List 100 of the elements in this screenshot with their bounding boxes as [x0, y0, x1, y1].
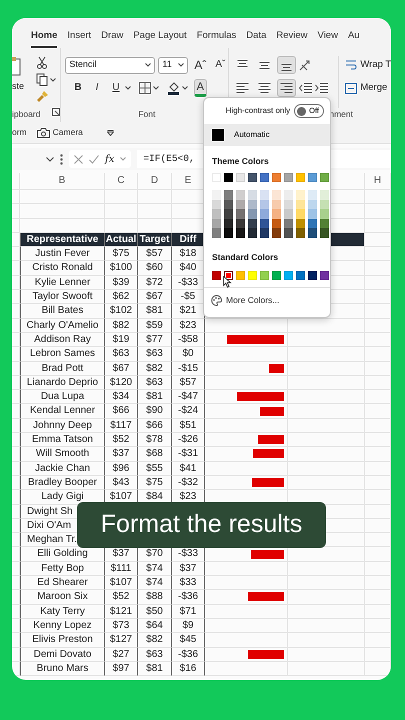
color-swatch[interactable]: [212, 228, 221, 238]
cut-icon[interactable]: [36, 56, 48, 69]
color-swatch[interactable]: [260, 218, 269, 228]
color-swatch[interactable]: [212, 218, 221, 228]
color-swatch[interactable]: [284, 200, 293, 210]
color-swatch[interactable]: [308, 228, 317, 238]
decrease-indent-icon[interactable]: [299, 82, 312, 94]
caret-icon[interactable]: [145, 63, 152, 67]
ribbon-tab[interactable]: View: [318, 30, 338, 48]
color-swatch[interactable]: [260, 209, 269, 219]
color-swatch[interactable]: [272, 190, 281, 200]
color-swatch[interactable]: [284, 228, 293, 238]
color-swatch[interactable]: [272, 200, 281, 210]
borders-icon[interactable]: [138, 82, 151, 94]
automatic-color-option[interactable]: Automatic: [204, 124, 330, 146]
ribbon-tab[interactable]: Formulas: [196, 30, 236, 48]
enter-icon[interactable]: [89, 154, 99, 164]
camera-button[interactable]: Camera: [52, 126, 83, 139]
font-size-field[interactable]: 11: [158, 56, 188, 74]
color-swatch[interactable]: [248, 218, 257, 228]
ribbon-tab[interactable]: Review: [276, 30, 308, 48]
color-swatch[interactable]: [284, 190, 293, 200]
grow-font-button[interactable]: Aˆ: [191, 56, 210, 74]
align-button[interactable]: [277, 56, 296, 74]
more-icon[interactable]: [60, 154, 63, 164]
color-swatch[interactable]: [296, 228, 305, 238]
color-swatch[interactable]: [260, 190, 269, 200]
insert-function-button[interactable]: fx: [105, 152, 114, 166]
font-name-field[interactable]: Stencil: [65, 56, 156, 74]
color-swatch[interactable]: [284, 218, 293, 228]
underline-button[interactable]: U: [109, 79, 123, 97]
ribbon-tab[interactable]: Draw: [101, 30, 124, 48]
column-header[interactable]: D: [138, 173, 172, 190]
color-swatch[interactable]: [272, 218, 281, 228]
ribbon-tab[interactable]: Page Layout: [133, 30, 187, 48]
camera-icon[interactable]: [36, 128, 50, 138]
color-swatch[interactable]: [284, 209, 293, 219]
italic-button[interactable]: I: [92, 79, 102, 97]
paste-icon[interactable]: [12, 56, 22, 78]
color-swatch[interactable]: [248, 209, 257, 219]
form-button[interactable]: orm: [12, 126, 27, 139]
color-swatch[interactable]: [308, 209, 317, 219]
color-swatch[interactable]: [308, 200, 317, 210]
color-swatch[interactable]: [296, 190, 305, 200]
cancel-icon[interactable]: [74, 154, 83, 164]
caret-icon[interactable]: [152, 86, 159, 90]
color-swatch[interactable]: [308, 190, 317, 200]
align-button[interactable]: [277, 79, 296, 97]
column-header[interactable]: [12, 173, 20, 190]
increase-indent-icon[interactable]: [315, 82, 328, 94]
color-swatch[interactable]: [320, 190, 329, 200]
color-swatch[interactable]: [236, 228, 245, 238]
wrap-text-icon[interactable]: [345, 59, 358, 71]
launcher-icon[interactable]: [52, 108, 60, 116]
color-swatch[interactable]: [236, 209, 245, 219]
color-swatch[interactable]: [308, 218, 317, 228]
color-swatch[interactable]: [248, 190, 257, 200]
caret-icon[interactable]: [182, 86, 188, 90]
color-swatch[interactable]: [224, 190, 233, 200]
merge-icon[interactable]: [345, 82, 358, 94]
fill-color-icon[interactable]: [166, 82, 180, 94]
color-swatch[interactable]: [320, 218, 329, 228]
column-header[interactable]: B: [20, 173, 105, 190]
color-swatch[interactable]: [224, 209, 233, 219]
color-swatch[interactable]: [236, 218, 245, 228]
color-swatch[interactable]: [212, 129, 224, 141]
caret-icon[interactable]: [50, 78, 56, 82]
ribbon-tab[interactable]: Insert: [67, 30, 92, 48]
color-swatch[interactable]: [260, 228, 269, 238]
color-swatch[interactable]: [212, 190, 221, 200]
caret-icon[interactable]: [46, 156, 54, 162]
color-swatch[interactable]: [320, 228, 329, 238]
ribbon-tab[interactable]: Au: [348, 30, 360, 48]
font-color-button[interactable]: A: [194, 79, 207, 97]
color-swatch[interactable]: [296, 218, 305, 228]
copy-icon[interactable]: [36, 73, 48, 86]
color-swatch[interactable]: [320, 200, 329, 210]
color-swatch[interactable]: [224, 200, 233, 210]
formula-field[interactable]: =IF(E5<0,: [143, 152, 195, 166]
brush-icon[interactable]: [36, 90, 49, 103]
bold-button[interactable]: B: [71, 79, 85, 97]
color-swatch[interactable]: [272, 209, 281, 219]
merge-button[interactable]: Merge: [360, 80, 388, 96]
color-swatch[interactable]: [248, 228, 257, 238]
color-swatch[interactable]: [296, 209, 305, 219]
color-swatch[interactable]: [272, 228, 281, 238]
caret-icon[interactable]: [124, 86, 131, 90]
color-swatch[interactable]: [320, 209, 329, 219]
color-swatch[interactable]: [224, 228, 233, 238]
color-swatch[interactable]: [224, 270, 233, 280]
column-header[interactable]: C: [105, 173, 138, 190]
wrap-text-button[interactable]: Wrap T: [360, 58, 391, 72]
more-colors-button[interactable]: More Colors...: [204, 286, 330, 307]
ribbon-tab[interactable]: Data: [246, 30, 266, 48]
caret-icon[interactable]: [178, 63, 184, 67]
color-swatch[interactable]: [224, 218, 233, 228]
color-swatch[interactable]: [296, 200, 305, 210]
shrink-font-button[interactable]: Aˇ: [212, 56, 228, 74]
color-swatch[interactable]: [212, 200, 221, 210]
color-swatch[interactable]: [260, 200, 269, 210]
